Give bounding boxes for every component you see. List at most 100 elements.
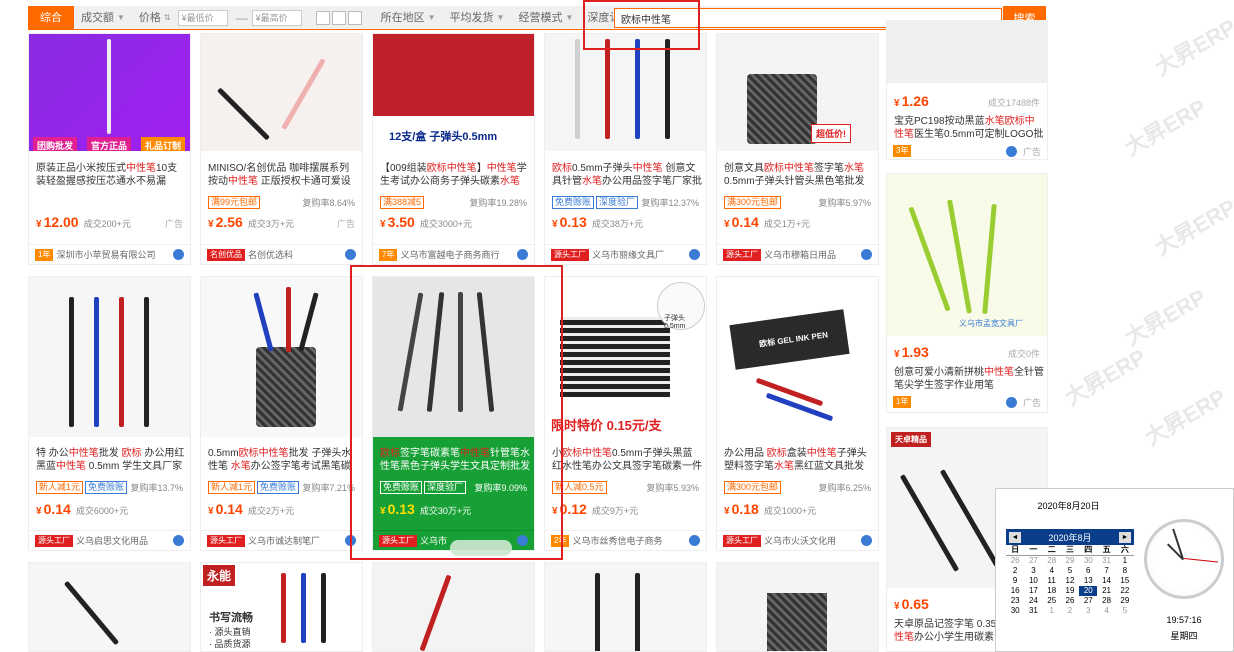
- product-image[interactable]: 欧标 GEL INK PEN: [717, 277, 878, 437]
- calendar-day[interactable]: 26: [1061, 596, 1079, 606]
- shop-name[interactable]: 义乌市火沃文化用: [764, 534, 836, 547]
- product-image[interactable]: [29, 563, 190, 651]
- product-card[interactable]: MINISO/名创优品 咖啡摆展系列按动中性笔 正版授权卡通可爱设计 满99元包…: [200, 33, 363, 265]
- product-card[interactable]: [544, 562, 707, 652]
- calendar-day[interactable]: 30: [1079, 556, 1097, 566]
- product-card[interactable]: 特 办公中性笔批发 欧标 办公用红黑蓝中性笔 0.5mm 学生文具厂家 新人减1…: [28, 276, 191, 551]
- shop-row[interactable]: 7年 义乌市富越电子商务商行: [373, 244, 534, 264]
- product-image[interactable]: [545, 34, 706, 151]
- calendar-day[interactable]: 2: [1006, 566, 1024, 576]
- product-title[interactable]: 【009组装欧标中性笔】中性笔学生考试办公商务子弹头碳素水笔0.5: [380, 162, 530, 188]
- product-title[interactable]: 宝克PC198按动黑蓝水笔欧标中性笔医生笔0.5mm可定制LOGO批发: [894, 115, 1044, 141]
- shop-row[interactable]: 1年 广告: [887, 392, 1047, 412]
- product-title[interactable]: 办公用品 欧标盒装中性笔子弹头塑料签字笔水笔黑红蓝文具批发: [724, 447, 874, 473]
- chat-icon[interactable]: [517, 249, 528, 260]
- product-image[interactable]: [887, 21, 1047, 83]
- shop-name[interactable]: 名创优选科: [248, 248, 293, 261]
- price-low-input[interactable]: ¥最低价: [177, 9, 228, 26]
- product-image[interactable]: [717, 563, 878, 651]
- chat-icon[interactable]: [173, 535, 184, 546]
- product-image[interactable]: [201, 34, 362, 151]
- calendar-day[interactable]: 3: [1079, 606, 1097, 616]
- chat-icon[interactable]: [1005, 396, 1017, 408]
- shop-name[interactable]: 义乌市诚达制笔厂: [248, 534, 320, 547]
- product-image[interactable]: 子弹头0.5mm 限时特价 0.15元/支: [545, 277, 706, 437]
- shop-name[interactable]: 义乌市丽缘文具厂: [592, 248, 664, 261]
- calendar-day[interactable]: 3: [1024, 566, 1042, 576]
- product-card[interactable]: 超低价! 创意文具欧标中性笔签字笔水笔0.5mm子弹头针管头黑色笔批发 满300…: [716, 33, 879, 265]
- product-title[interactable]: 小欧标中性笔0.5mm子弹头黑蓝红水性笔办公文具签字笔碳素一件代: [552, 447, 702, 473]
- tab-price[interactable]: 价格 ⇅: [132, 6, 178, 30]
- product-title[interactable]: MINISO/名创优品 咖啡摆展系列按动中性笔 正版授权卡通可爱设计: [208, 162, 358, 188]
- calendar-day[interactable]: 22: [1116, 586, 1134, 596]
- product-image[interactable]: [545, 563, 706, 651]
- shop-row[interactable]: 2年 义乌市丝秀信电子商务: [545, 530, 706, 550]
- product-image[interactable]: [201, 277, 362, 437]
- grid-view-icon[interactable]: [315, 10, 330, 25]
- product-card[interactable]: [716, 562, 879, 652]
- product-card[interactable]: [28, 562, 191, 652]
- product-image[interactable]: 团购批发 官方正品 礼品订制: [29, 34, 190, 151]
- calendar-day[interactable]: 11: [1043, 576, 1061, 586]
- list-view-icon[interactable]: [331, 10, 346, 25]
- filter-shipping[interactable]: 平均发货 ▼: [443, 6, 512, 30]
- product-title[interactable]: 创意文具欧标中性笔签字笔水笔0.5mm子弹头针管头黑色笔批发: [724, 162, 874, 188]
- shop-row[interactable]: 源头工厂 义乌市诚达制笔厂: [201, 530, 362, 550]
- product-title[interactable]: 0.5mm欧标中性笔批发 子弹头水性笔 水笔办公签字笔考试黑笔碳素笔: [208, 447, 358, 473]
- calendar-day[interactable]: 28: [1043, 556, 1061, 566]
- calendar-day[interactable]: 29: [1116, 596, 1134, 606]
- calendar-day[interactable]: 4: [1043, 566, 1061, 576]
- shop-row[interactable]: 源头工厂 义乌市穆箱日用品: [717, 244, 878, 264]
- product-card[interactable]: 欧标 GEL INK PEN 办公用品 欧标盒装中性笔子弹头塑料签字笔水笔黑红蓝…: [716, 276, 879, 551]
- calendar-day[interactable]: 12: [1061, 576, 1079, 586]
- product-title[interactable]: 特 办公中性笔批发 欧标 办公用红黑蓝中性笔 0.5mm 学生文具厂家: [36, 447, 186, 473]
- price-high-input[interactable]: ¥最高价: [251, 9, 302, 26]
- shop-row[interactable]: 3年 广告: [887, 141, 1047, 159]
- calendar-day[interactable]: 29: [1061, 556, 1079, 566]
- shop-name[interactable]: 义乌启思文化用品: [76, 534, 148, 547]
- prev-month-button[interactable]: ◄: [1009, 531, 1021, 543]
- shop-row[interactable]: 1年 深圳市小苹贸易有限公司: [29, 244, 190, 264]
- calendar-day[interactable]: 9: [1006, 576, 1024, 586]
- calendar-day[interactable]: 23: [1006, 596, 1024, 606]
- calendar-day[interactable]: 14: [1097, 576, 1115, 586]
- calendar-day[interactable]: 18: [1043, 586, 1061, 596]
- product-card[interactable]: 0.5mm欧标中性笔批发 子弹头水性笔 水笔办公签字笔考试黑笔碳素笔 新人减1元…: [200, 276, 363, 551]
- calendar-day[interactable]: 5: [1061, 566, 1079, 576]
- view-toggle[interactable]: [315, 10, 364, 25]
- product-title[interactable]: 原装正品小米按压式中性笔10支装轻盈握感按压芯通水不易漏: [36, 162, 186, 188]
- product-card[interactable]: ¥1.26 成交17488件 宝克PC198按动黑蓝水笔欧标中性笔医生笔0.5mm…: [886, 20, 1048, 160]
- shop-name[interactable]: 义乌市富越电子商务商行: [400, 248, 499, 261]
- calendar-day[interactable]: 16: [1006, 586, 1024, 596]
- calendar-day[interactable]: 19: [1061, 586, 1079, 596]
- chat-icon[interactable]: [173, 249, 184, 260]
- chat-icon[interactable]: [861, 249, 872, 260]
- calendar-day[interactable]: 31: [1024, 606, 1042, 616]
- tab-comprehensive[interactable]: 综合: [28, 5, 74, 30]
- shop-row[interactable]: 源头工厂 义乌市火沃文化用: [717, 530, 878, 550]
- chat-icon[interactable]: [689, 535, 700, 546]
- filter-mode[interactable]: 经营模式 ▼: [511, 6, 580, 30]
- shop-row[interactable]: 源头工厂 义乌市丽缘文具厂: [545, 244, 706, 264]
- product-card[interactable]: 欧标0.5mm子弹头中性笔 创意文具针管水笔办公用品签字笔厂家批发 免费赊账深度…: [544, 33, 707, 265]
- calendar-day[interactable]: 8: [1116, 566, 1134, 576]
- product-title[interactable]: 欧标0.5mm子弹头中性笔 创意文具针管水笔办公用品签字笔厂家批发: [552, 162, 702, 188]
- chat-icon[interactable]: [1005, 145, 1017, 157]
- calendar-day-selected[interactable]: 20: [1079, 586, 1098, 596]
- shop-name[interactable]: 义乌市丝秀信电子商务: [572, 534, 662, 547]
- calendar-day[interactable]: 30: [1006, 606, 1024, 616]
- calendar-day[interactable]: 27: [1024, 556, 1042, 566]
- big-view-icon[interactable]: [347, 10, 362, 25]
- calendar-day[interactable]: 10: [1024, 576, 1042, 586]
- product-image[interactable]: 永能 书写流畅 · 源头直销 · 品质货源: [201, 563, 362, 651]
- tab-volume[interactable]: 成交额 ▼: [74, 6, 132, 30]
- calendar-day[interactable]: 2: [1061, 606, 1079, 616]
- calendar-day[interactable]: 31: [1097, 556, 1115, 566]
- product-image[interactable]: 12支/盒 子弹头0.5mm: [373, 34, 534, 151]
- product-card[interactable]: 12支/盒 子弹头0.5mm 【009组装欧标中性笔】中性笔学生考试办公商务子弹…: [372, 33, 535, 265]
- calendar-day[interactable]: 24: [1024, 596, 1042, 606]
- shop-name[interactable]: 义乌市穆箱日用品: [764, 248, 836, 261]
- product-image[interactable]: 超低价!: [717, 34, 878, 151]
- product-image[interactable]: [373, 563, 534, 651]
- product-card[interactable]: 团购批发 官方正品 礼品订制 原装正品小米按压式中性笔10支装轻盈握感按压芯通水…: [28, 33, 191, 265]
